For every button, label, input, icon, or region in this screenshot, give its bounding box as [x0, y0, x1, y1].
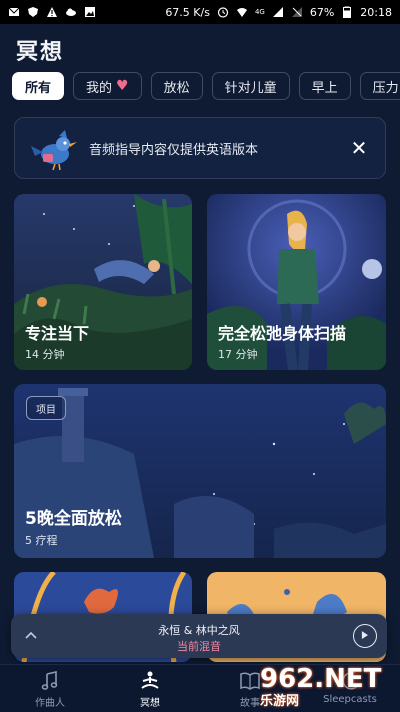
chip-label: 早上	[311, 80, 338, 96]
notice-text: 音频指导内容仅提供英语版本	[89, 142, 259, 158]
filter-chip-stress[interactable]: 压力	[359, 72, 400, 100]
status-bar: 67.5 K/s 4G 67% 20:18	[0, 0, 400, 24]
lighthouse-night-illustration	[14, 384, 386, 558]
now-playing-subtitle: 当前混音	[177, 640, 221, 653]
filter-chip-morning[interactable]: 早上	[298, 72, 351, 100]
now-playing-title: 永恒 & 林中之风	[158, 624, 240, 637]
cloud-icon	[65, 6, 77, 18]
chip-label: 针对儿童	[224, 80, 277, 96]
now-playing-bar[interactable]: 永恒 & 林中之风 当前混音	[11, 614, 387, 658]
clock: 20:18	[360, 5, 392, 19]
heart-icon: ♥	[116, 78, 129, 94]
chip-label: 放松	[163, 80, 190, 96]
chip-label: 我的	[86, 80, 113, 96]
book-icon	[240, 672, 260, 690]
filter-chip-kids[interactable]: 针对儿童	[211, 72, 290, 100]
warning-icon	[46, 6, 58, 18]
filter-chip-all[interactable]: 所有	[12, 72, 65, 100]
filter-chip-relax[interactable]: 放松	[150, 72, 203, 100]
network-type: 4G	[254, 8, 265, 16]
tab-meditation[interactable]: 冥想	[100, 665, 200, 712]
card-sessions: 5 疗程	[25, 534, 58, 547]
filter-chip-mine[interactable]: 我的 ♥	[73, 72, 142, 100]
close-icon[interactable]: ✕	[345, 134, 373, 162]
page-title: 冥想	[16, 40, 65, 65]
chip-label: 压力	[372, 80, 399, 96]
battery-percent: 67%	[309, 5, 335, 19]
language-notice: 音频指导内容仅提供英语版本 ✕	[14, 117, 386, 179]
chip-label: 所有	[25, 80, 52, 96]
program-tag: 项目	[26, 396, 66, 420]
program-card-5-nights[interactable]: 项目 5晚全面放松 5 疗程	[14, 384, 386, 558]
meditation-icon	[141, 671, 159, 689]
meditation-card-focus[interactable]: 专注当下 14 分钟	[14, 194, 192, 370]
tab-label: 作曲人	[35, 698, 65, 709]
tab-composer[interactable]: 作曲人	[0, 665, 100, 712]
card-title: 专注当下	[25, 324, 90, 343]
no-sim-icon	[291, 6, 303, 18]
mail-icon	[8, 6, 20, 18]
music-note-icon	[41, 671, 58, 690]
site-watermark: 962.NET 乐游网	[260, 664, 394, 709]
filter-chips: 所有 我的 ♥ 放松 针对儿童 早上 压力	[12, 72, 400, 100]
card-duration: 14 分钟	[25, 348, 65, 361]
card-title: 完全松弛身体扫描	[218, 324, 347, 343]
battery-icon	[341, 6, 353, 18]
tab-label: 冥想	[140, 698, 160, 709]
network-speed: 67.5 K/s	[165, 5, 210, 19]
shield-icon	[27, 6, 39, 18]
play-icon	[361, 631, 368, 639]
tab-label: 故事	[240, 698, 260, 709]
card-duration: 17 分钟	[218, 348, 258, 361]
image-icon	[84, 6, 96, 18]
meditation-card-body-scan[interactable]: 完全松弛身体扫描 17 分钟	[207, 194, 386, 370]
signal-icon	[272, 6, 284, 18]
card-title: 5晚全面放松	[25, 509, 122, 529]
bird-illustration	[31, 130, 77, 171]
alarm-icon	[217, 6, 229, 18]
play-button[interactable]	[353, 624, 377, 648]
wifi-icon	[236, 6, 248, 18]
